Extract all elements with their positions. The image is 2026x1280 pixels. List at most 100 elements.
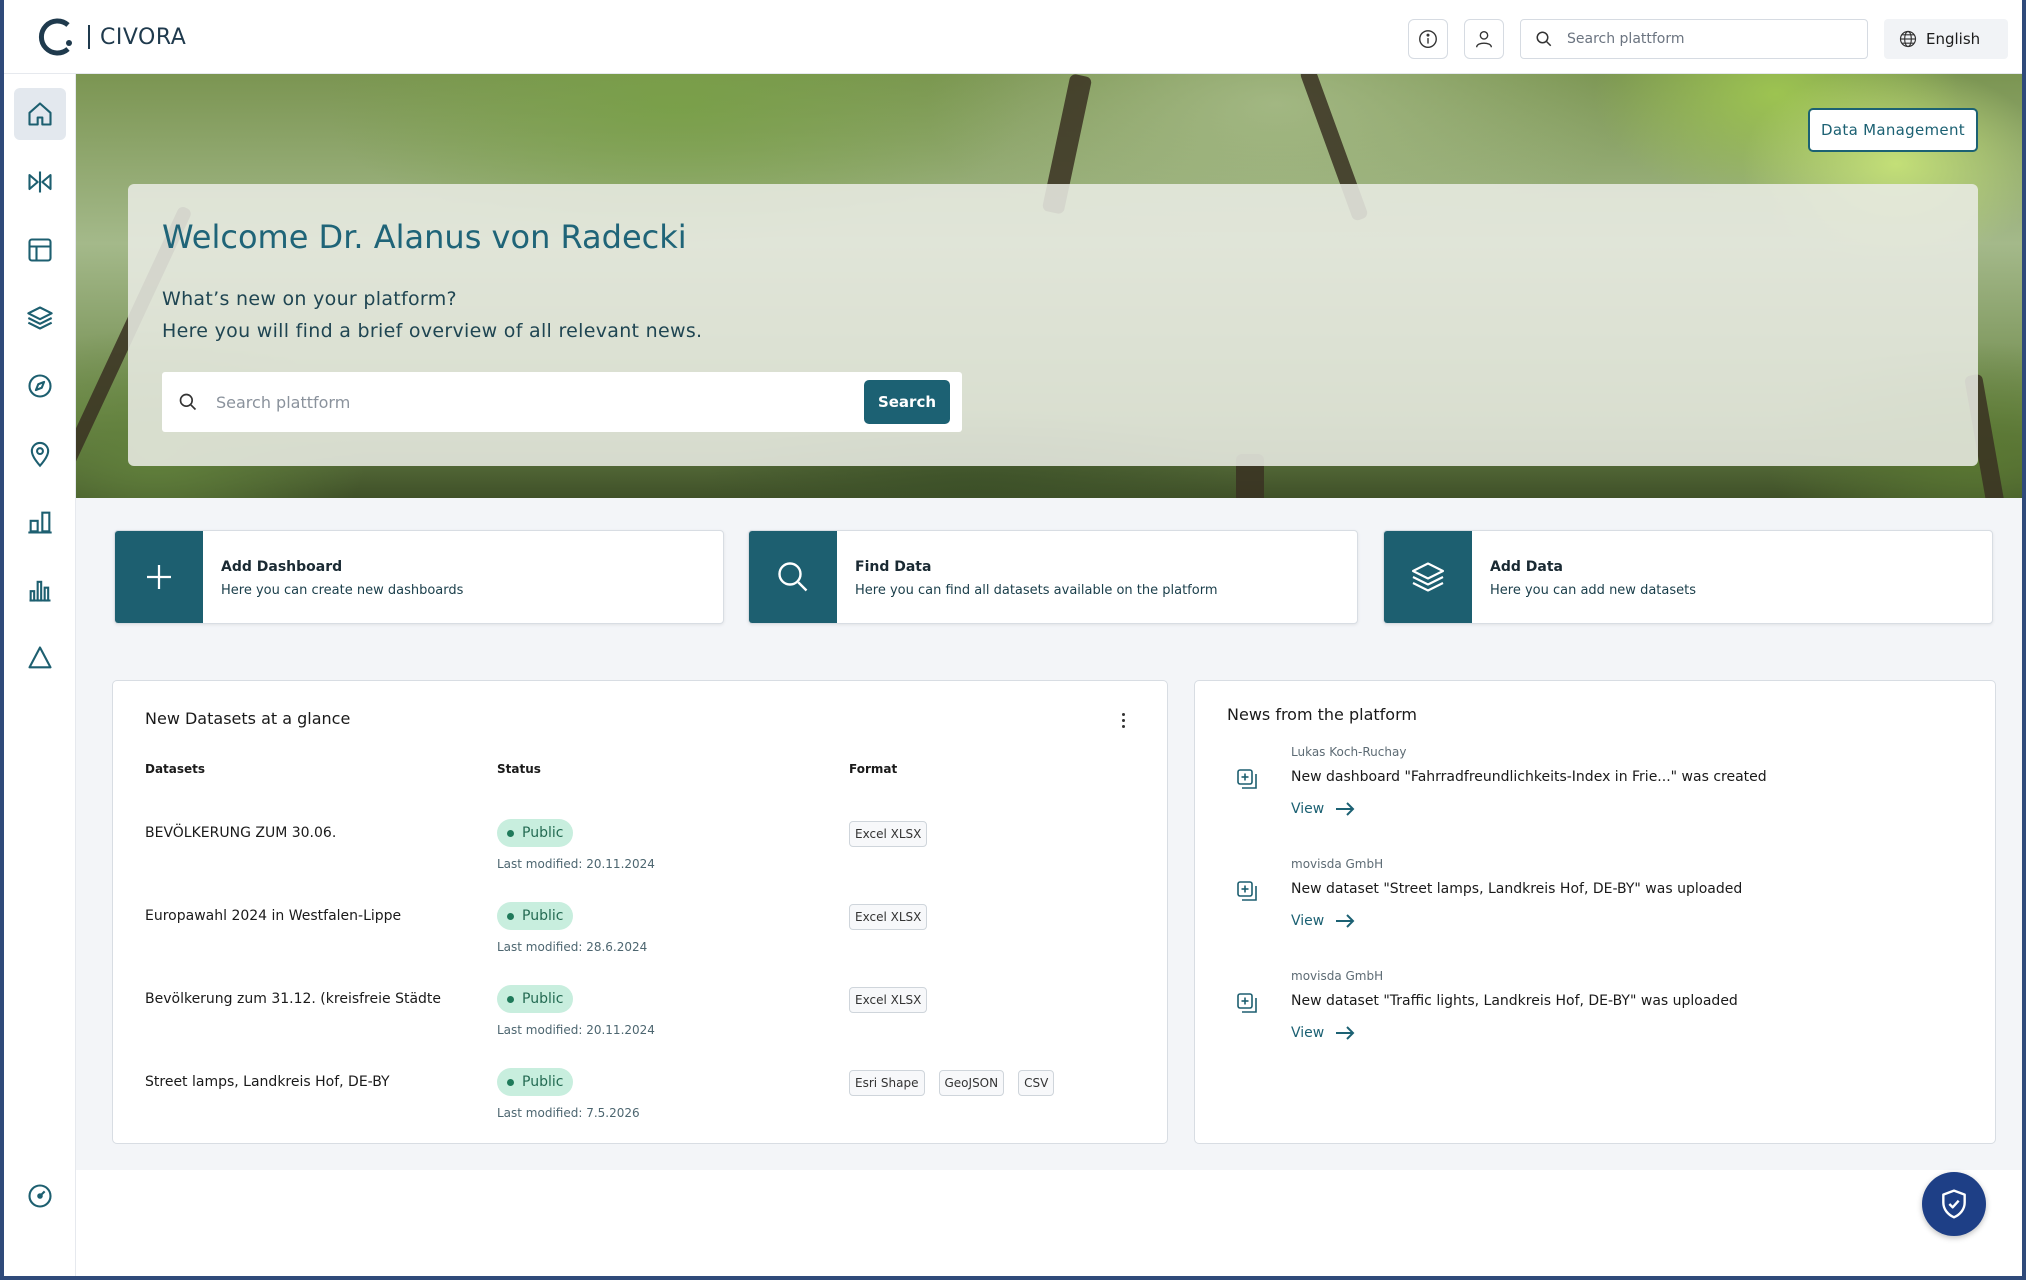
gauge-icon: [28, 1184, 52, 1208]
top-header: CIVORA English: [4, 0, 2022, 74]
find-data-icon-box: [749, 531, 837, 623]
welcome-title: Welcome Dr. Alanus von Radecki: [162, 218, 687, 256]
header-search-input[interactable]: [1567, 31, 1847, 47]
info-button[interactable]: [1408, 19, 1448, 59]
welcome-description: Here you will find a brief overview of a…: [162, 320, 703, 342]
language-label: English: [1926, 30, 1981, 48]
add-data-title: Add Data: [1490, 559, 1563, 575]
dataset-row[interactable]: BEVÖLKERUNG ZUM 30.06. Public Last modif…: [113, 815, 1167, 898]
search-icon: [1536, 31, 1552, 47]
brand-logo[interactable]: CIVORA: [36, 17, 186, 57]
privacy-shield-button[interactable]: [1922, 1172, 1986, 1236]
search-icon: [778, 562, 808, 592]
format-tags: Excel XLSX: [849, 821, 928, 847]
dataset-name[interactable]: BEVÖLKERUNG ZUM 30.06.: [145, 825, 336, 841]
kebab-dot-icon: [1121, 718, 1125, 722]
split-icon: [28, 171, 52, 193]
news-author: movisda GmbH: [1291, 969, 1384, 983]
home-icon: [28, 102, 52, 126]
sidebar-item-locations[interactable]: [14, 428, 66, 480]
bar-chart-icon: [28, 511, 52, 534]
last-modified: Last modified: 20.11.2024: [497, 1023, 655, 1037]
format-tag: Excel XLSX: [849, 987, 928, 1013]
user-icon: [1475, 30, 1493, 48]
add-data-card[interactable]: Add Data Here you can add new datasets: [1383, 530, 1993, 624]
dataset-name[interactable]: Europawahl 2024 in Westfalen-Lippe: [145, 908, 401, 924]
kebab-dot-icon: [1121, 724, 1125, 728]
find-data-description: Here you can find all datasets available…: [855, 583, 1218, 598]
hero-search-button[interactable]: Search: [864, 380, 950, 424]
plus-icon: [147, 565, 171, 589]
news-item: movisda GmbH New dataset "Traffic lights…: [1195, 969, 1995, 1079]
news-view-link[interactable]: View: [1291, 1025, 1356, 1041]
add-dashboard-card[interactable]: Add Dashboard Here you can create new da…: [114, 530, 724, 624]
news-item: Lukas Koch-Ruchay New dashboard "Fahrrad…: [1195, 745, 1995, 855]
triangle-icon: [28, 646, 52, 669]
hero-search-box[interactable]: Search: [162, 372, 962, 432]
add-document-icon: [1237, 881, 1257, 901]
news-text: New dataset "Street lamps, Landkreis Hof…: [1291, 881, 1743, 897]
shield-check-icon: [1942, 1189, 1966, 1219]
find-data-title: Find Data: [855, 559, 932, 575]
news-icon-box: [1235, 991, 1259, 1015]
new-datasets-panel: New Datasets at a glance Datasets Status…: [112, 680, 1168, 1144]
layers-icon: [27, 306, 53, 330]
hero-banner: Data Management Welcome Dr. Alanus von R…: [76, 74, 2022, 498]
arrow-right-icon: [1336, 802, 1355, 816]
news-panel: News from the platform Lukas Koch-Ruchay…: [1194, 680, 1996, 1144]
logo-mark-icon: [38, 18, 72, 56]
news-author: movisda GmbH: [1291, 857, 1384, 871]
last-modified: Last modified: 7.5.2026: [497, 1106, 640, 1120]
data-management-button[interactable]: Data Management: [1808, 108, 1978, 152]
hero-search-input[interactable]: [216, 392, 856, 412]
search-icon: [179, 393, 197, 411]
status-badge: Public: [497, 985, 574, 1013]
sidebar-item-compare[interactable]: [14, 156, 66, 208]
more-options-button[interactable]: [1113, 707, 1133, 733]
news-title: News from the platform: [1227, 705, 1417, 724]
sidebar-item-explore[interactable]: [14, 360, 66, 412]
status-badge: Public: [497, 1068, 574, 1096]
news-item: movisda GmbH New dataset "Street lamps, …: [1195, 857, 1995, 967]
globe-icon: [1899, 30, 1917, 48]
sidebar-item-performance[interactable]: [14, 1170, 66, 1222]
header-search-box[interactable]: [1520, 19, 1868, 59]
sidebar-item-analytics[interactable]: [14, 564, 66, 616]
dataset-row[interactable]: Bevölkerung zum 31.12. (kreisfreie Städt…: [113, 981, 1167, 1064]
sidebar-item-statistics[interactable]: [14, 496, 66, 548]
compass-icon: [28, 374, 52, 398]
brand-name: CIVORA: [100, 24, 187, 50]
add-document-icon: [1237, 769, 1257, 789]
dataset-name[interactable]: Bevölkerung zum 31.12. (kreisfreie Städt…: [145, 991, 441, 1007]
news-text: New dashboard "Fahrradfreundlichkeits-In…: [1291, 769, 1767, 785]
main-content: Add Dashboard Here you can create new da…: [76, 498, 2022, 1170]
format-tags: Excel XLSX: [849, 904, 928, 930]
news-author: Lukas Koch-Ruchay: [1291, 745, 1407, 759]
map-pin-icon: [30, 441, 50, 468]
logo-divider: [88, 25, 90, 49]
status-dot-icon: [507, 995, 514, 1003]
sidebar-item-home[interactable]: [14, 88, 66, 140]
dataset-name[interactable]: Street lamps, Landkreis Hof, DE-BY: [145, 1074, 390, 1090]
sidebar-item-alerts[interactable]: [14, 632, 66, 684]
layout-icon: [28, 238, 52, 262]
language-selector[interactable]: English: [1884, 19, 2008, 59]
add-dashboard-title: Add Dashboard: [221, 559, 343, 575]
dataset-row[interactable]: Street lamps, Landkreis Hof, DE-BY Publi…: [113, 1064, 1167, 1147]
find-data-card[interactable]: Find Data Here you can find all datasets…: [748, 530, 1358, 624]
news-view-link[interactable]: View: [1291, 801, 1356, 817]
app-window: CIVORA English: [0, 0, 2026, 1280]
add-document-icon: [1237, 993, 1257, 1013]
news-view-link[interactable]: View: [1291, 913, 1356, 929]
status-badge: Public: [497, 902, 574, 930]
dataset-row[interactable]: Europawahl 2024 in Westfalen-Lippe Publi…: [113, 898, 1167, 981]
news-icon-box: [1235, 879, 1259, 903]
column-header-datasets: Datasets: [145, 762, 206, 776]
column-header-format: Format: [849, 762, 898, 776]
sidebar-item-layout[interactable]: [14, 224, 66, 276]
layers-icon: [1411, 562, 1445, 592]
user-profile-button[interactable]: [1464, 19, 1504, 59]
news-text: New dataset "Traffic lights, Landkreis H…: [1291, 993, 1738, 1009]
sidebar-item-layers[interactable]: [14, 292, 66, 344]
format-tags: Excel XLSX: [849, 987, 928, 1013]
